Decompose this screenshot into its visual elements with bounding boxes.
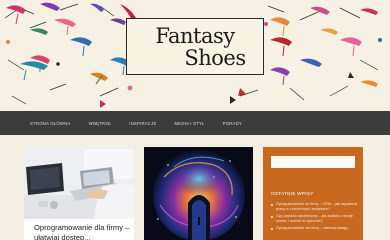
laptop-photo [24, 147, 134, 219]
site-header: Fantasy Shoes [0, 0, 390, 111]
nav-item-inspiration[interactable]: Inspiracje [129, 121, 156, 126]
sidebar: Ostatnie wpisy Oprogramowanie do firmy –… [263, 147, 363, 240]
recent-post-link[interactable]: Czy uzyskać szkoleniowy – jak zadbać o s… [271, 214, 359, 223]
post-thumbnail-fantasy[interactable] [144, 147, 253, 240]
nav-item-tips[interactable]: Porady [223, 121, 242, 126]
search-input[interactable] [271, 156, 355, 168]
recent-post-link[interactable]: Oprogramowanie dla firmy – ułatwiaj dost… [271, 226, 359, 231]
main-nav: Strona główna Wnętrze Inspiracje Media i… [0, 111, 390, 135]
nav-item-media-style[interactable]: Media i styl [175, 121, 205, 126]
nav-item-interior[interactable]: Wnętrze [89, 121, 112, 126]
post-thumbnail-laptop[interactable] [24, 147, 134, 219]
site-title-line2: Shoes [184, 45, 246, 70]
recent-posts-heading: Ostatnie wpisy [271, 191, 314, 196]
site-title-line1: Fantasy [155, 23, 235, 48]
main-content: Oprogramowanie dla firmy – ułatwiaj dost… [0, 135, 390, 240]
post-title[interactable]: Oprogramowanie dla firmy – ułatwiaj dost… [34, 223, 132, 240]
post-card[interactable]: Oprogramowanie dla firmy – ułatwiaj dost… [24, 147, 134, 240]
recent-post-link[interactable]: Oprogramowanie do firmy – CRM – jak uspr… [271, 202, 359, 211]
nav-item-home[interactable]: Strona główna [30, 121, 71, 126]
site-logo[interactable]: Fantasy Shoes [126, 18, 264, 75]
recent-posts-list: Oprogramowanie do firmy – CRM – jak uspr… [271, 202, 359, 234]
post-card[interactable] [144, 147, 253, 240]
fantasy-portal-image [144, 147, 253, 240]
